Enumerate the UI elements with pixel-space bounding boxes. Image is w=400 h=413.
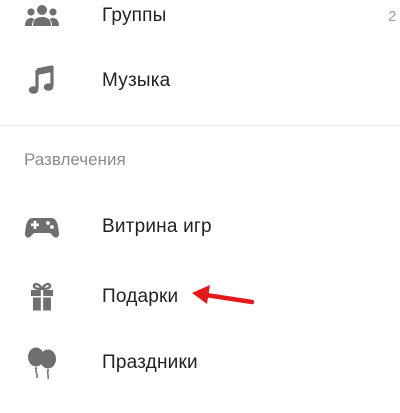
menu-item-holidays[interactable]: Праздники: [0, 335, 400, 391]
menu-item-groups[interactable]: Группы 2: [0, 0, 400, 44]
count-badge: 2: [388, 7, 397, 25]
side-menu: Группы 2 Музыка Развлечения Витрина игр …: [0, 0, 400, 413]
menu-item-label: Группы: [102, 5, 167, 26]
menu-item-music[interactable]: Музыка: [0, 53, 400, 109]
menu-item-label: Праздники: [102, 352, 198, 373]
groups-icon: [24, 0, 60, 34]
annotation-arrow-icon: [192, 285, 255, 305]
menu-item-label: Витрина игр: [102, 216, 212, 237]
menu-item-label: Музыка: [102, 70, 171, 91]
menu-item-games[interactable]: Витрина игр: [0, 199, 400, 255]
section-title: Развлечения: [24, 150, 126, 169]
menu-item-label: Подарки: [102, 286, 179, 307]
music-note-icon: [24, 63, 60, 99]
divider: [0, 125, 400, 126]
balloons-icon: [24, 345, 60, 381]
gamepad-icon: [24, 209, 60, 245]
gift-icon: [24, 279, 60, 315]
